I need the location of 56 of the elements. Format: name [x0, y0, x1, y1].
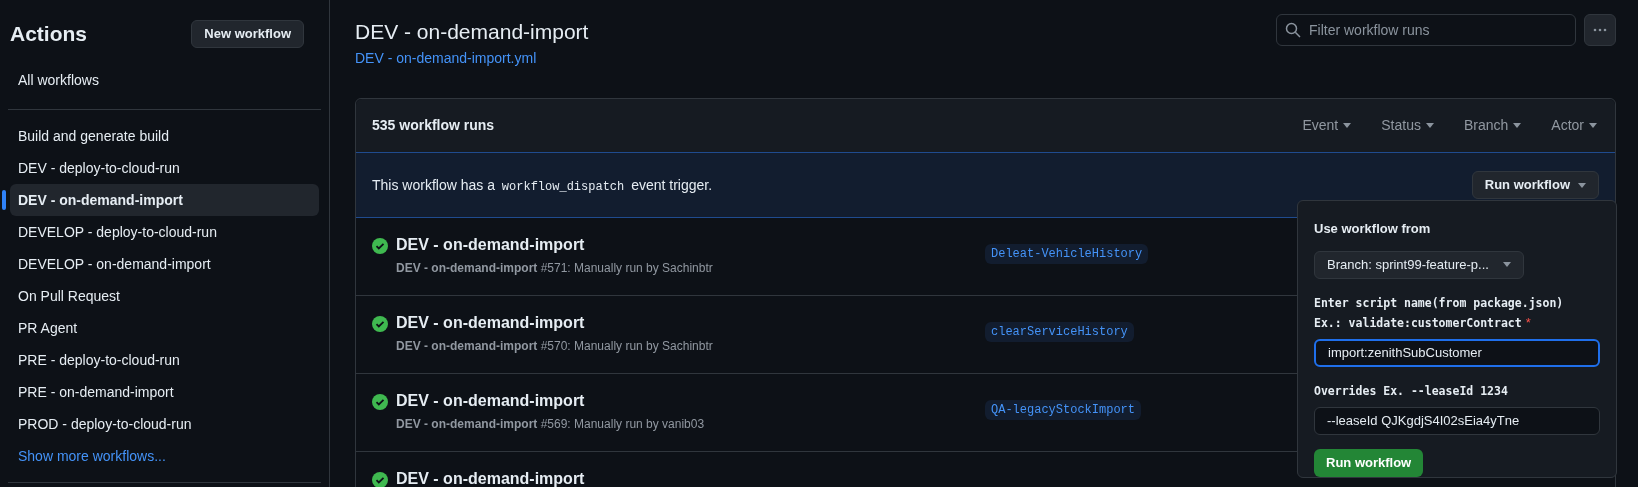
run-description: DEV - on-demand-import #570: Manually run by Sachinbtr [396, 338, 713, 355]
success-check-icon [372, 394, 388, 410]
new-workflow-button[interactable]: New workflow [191, 19, 304, 48]
caret-icon [1425, 123, 1434, 128]
branch-select[interactable]: Branch: sprint99-feature-p... [1314, 250, 1524, 279]
caret-icon [1343, 123, 1352, 128]
sidebar-item[interactable]: DEV - on-demand-import [10, 183, 319, 216]
run-description: DEV - on-demand-import #569: Manually run by vanib03 [396, 416, 705, 433]
field-label: Ex.: validate:customerContract [1314, 314, 1522, 332]
filter-dropdown[interactable]: Actor [1551, 115, 1597, 136]
sidebar-item[interactable]: DEV - deploy-to-cloud-run [10, 151, 319, 184]
caret-icon [1502, 262, 1511, 267]
branch-tag[interactable]: Deleat-VehicleHistory [985, 244, 1149, 264]
sidebar-item[interactable]: PRE - on-demand-import [10, 375, 319, 408]
required-mark: * [1525, 313, 1531, 332]
caret-icon [1513, 123, 1522, 128]
sidebar-title: Actions [10, 21, 87, 47]
caret-icon [1578, 182, 1586, 188]
filter-field[interactable]: Filter workflow runs [1276, 14, 1576, 46]
sidebar-item[interactable]: PROD - deploy-to-cloud-run [10, 407, 319, 440]
banner-text: This workflow has a workflow_dispatch event trigger. [372, 175, 713, 196]
filter-dropdown[interactable]: Branch [1463, 115, 1522, 136]
sidebar-item[interactable]: DEVELOP - deploy-to-cloud-run [10, 215, 319, 248]
success-check-icon [372, 238, 388, 254]
text-field[interactable]: import:zenithSubCustomer [1314, 338, 1600, 367]
field-label: Overrides Ex. --leaseId 1234 [1314, 382, 1509, 400]
sidebar-item[interactable]: Build and generate build [10, 119, 319, 152]
filter-dropdown[interactable]: Status [1381, 115, 1434, 136]
sidebar-item[interactable]: PRE - deploy-to-cloud-run [10, 343, 319, 376]
run-title: DEV - on-demand-import [396, 391, 586, 411]
success-check-icon [372, 316, 388, 332]
sidebar-item[interactable]: DEVELOP - on-demand-import [10, 247, 319, 280]
workflow-file-link[interactable]: DEV - on-demand-import.yml [355, 50, 537, 66]
more-options-button[interactable] [1584, 14, 1616, 46]
sidebar-item[interactable]: PR Agent [10, 311, 319, 344]
branch-tag[interactable]: QA-legacyStockImport [985, 400, 1142, 420]
filter-dropdown[interactable]: Event [1302, 115, 1352, 136]
show-more-link[interactable]: Show more workflows... [8, 439, 321, 472]
run-workflow-dropdown[interactable]: Run workflow [1471, 171, 1599, 199]
selection-indicator [2, 189, 6, 210]
run-description: DEV - on-demand-import #571: Manually run by Sachinbtr [396, 260, 713, 277]
page-title: DEV - on-demand-import [355, 19, 589, 45]
search-icon [1285, 22, 1301, 38]
run-count: 535 workflow runs [372, 116, 495, 135]
run-title: DEV - on-demand-import [396, 469, 585, 487]
field-label: Enter script name(from package.json) [1314, 294, 1565, 312]
ellipsis-icon [1593, 28, 1607, 32]
text-field[interactable]: --leaseId QJKgdjS4I02sEia4yTne [1314, 406, 1600, 435]
sidebar-item[interactable]: On Pull Request [10, 279, 319, 312]
run-workflow-button[interactable]: Run workflow [1314, 448, 1424, 477]
caret-icon [1589, 123, 1597, 128]
run-title: DEV - on-demand-import [396, 313, 586, 333]
run-title: DEV - on-demand-import [396, 235, 586, 255]
popover-heading: Use workflow from [1314, 220, 1432, 238]
branch-tag[interactable]: clearServiceHistory [985, 322, 1134, 342]
all-workflows-link[interactable]: All workflows [8, 63, 321, 97]
